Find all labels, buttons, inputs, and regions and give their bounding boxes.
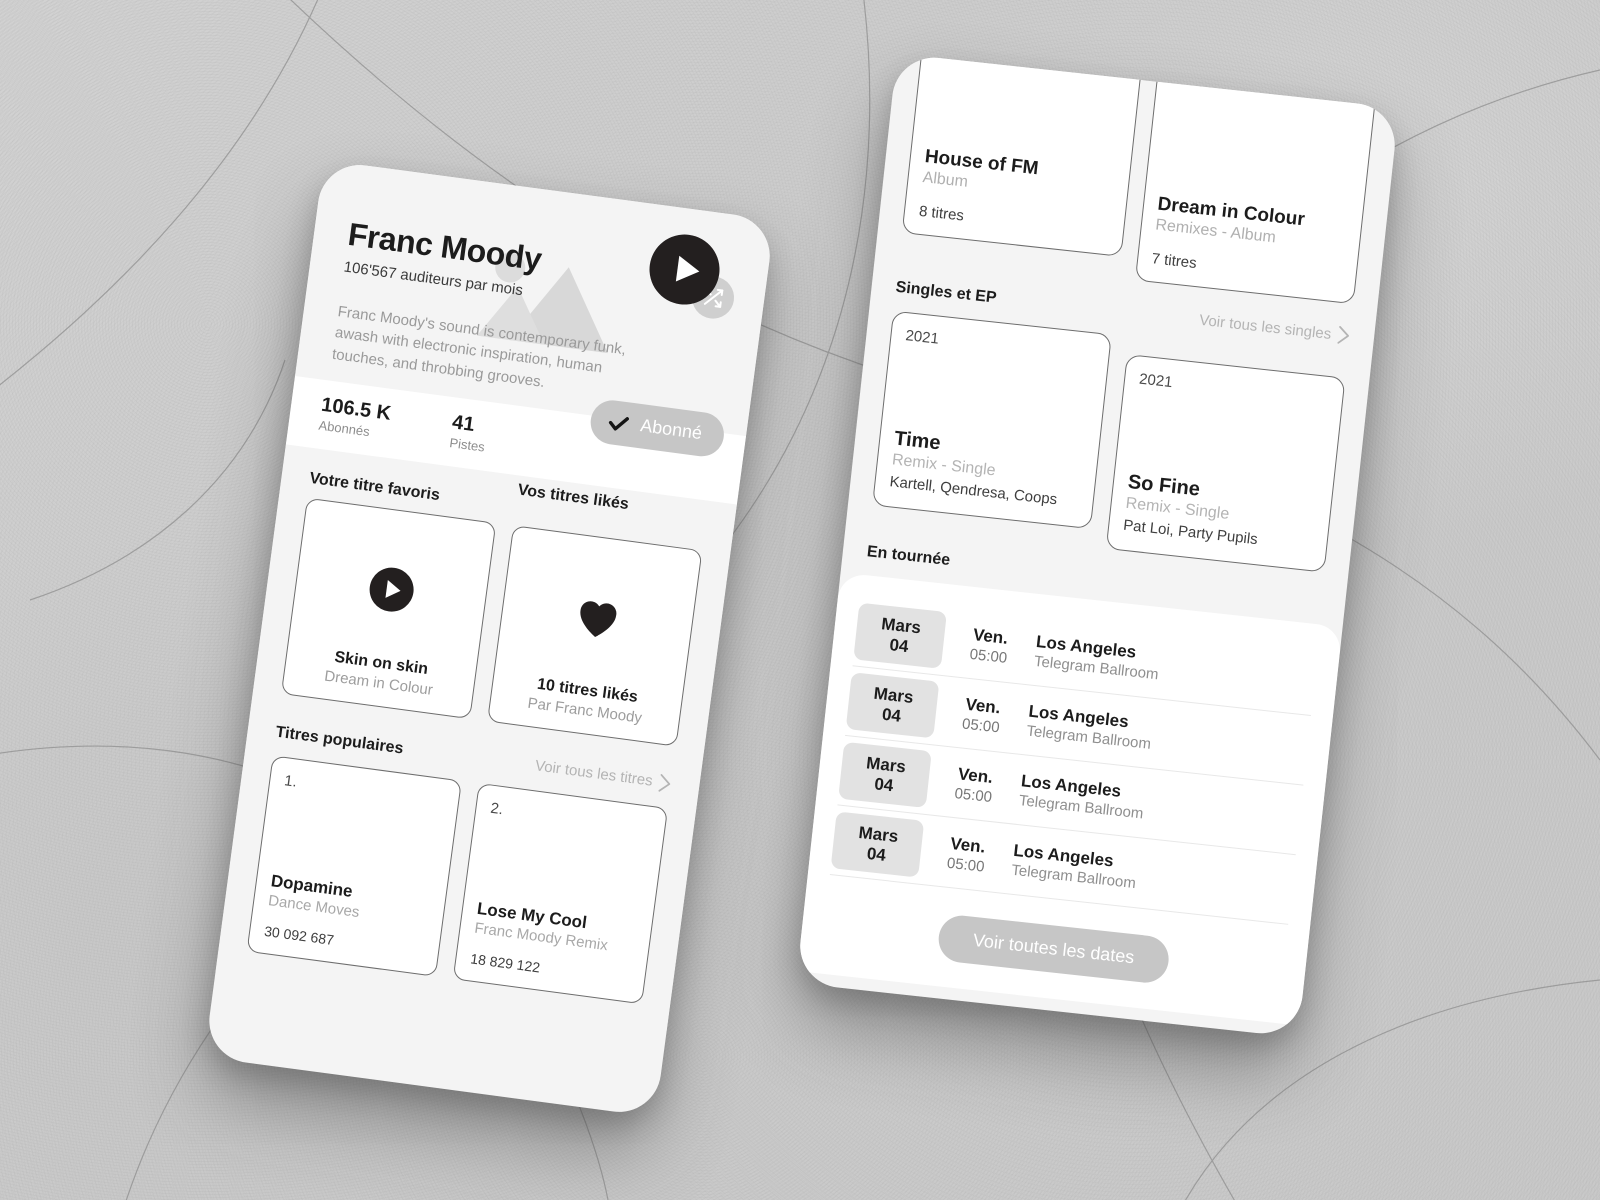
chevron-right-icon — [658, 773, 671, 792]
chevron-right-icon — [1337, 326, 1350, 344]
play-icon — [675, 255, 701, 285]
tour-place: Los Angeles Telegram Ballroom — [1018, 771, 1301, 839]
track-card[interactable]: 1. Dopamine Dance Moves 30 092 687 — [246, 755, 462, 977]
liked-card-icon-wrap — [509, 542, 686, 693]
album-track-count: 8 titres — [918, 202, 965, 225]
singles-section: Singles et EP Voir tous les singles 2021… — [842, 252, 1377, 613]
tour-date-badge: Mars 04 — [838, 741, 932, 809]
track-plays: 30 092 687 — [263, 922, 335, 948]
see-all-dates-button[interactable]: Voir toutes les dates — [936, 913, 1171, 986]
tour-when: Ven. 05:00 — [927, 761, 1023, 809]
favorite-card-icon-wrap — [303, 514, 480, 665]
singles-cards: 2021 Time Remix - Single Kartell, Qendre… — [870, 310, 1347, 573]
tour-place: Los Angeles Telegram Ballroom — [1011, 841, 1294, 909]
stat-tracks: 41 Pistes — [449, 411, 489, 454]
check-icon — [608, 416, 629, 431]
single-card[interactable]: 2021 So Fine Remix - Single Pat Loi, Par… — [1105, 354, 1346, 573]
favorite-track-card[interactable]: Skin on skin Dream in Colour — [280, 497, 497, 720]
tour-date-badge: Mars 04 — [845, 672, 940, 739]
tour-place: Los Angeles Telegram Ballroom — [1026, 701, 1309, 769]
tracks-label: Pistes — [448, 434, 486, 455]
heart-icon — [579, 601, 616, 638]
play-icon[interactable] — [366, 565, 416, 615]
tour-when: Ven. 05:00 — [934, 691, 1030, 739]
tour-date-badge: Mars 04 — [853, 602, 947, 669]
play-shuffle-controls — [643, 230, 750, 328]
album-track-count: 7 titres — [1150, 250, 1198, 272]
tracks-value: 41 — [450, 411, 476, 436]
single-card[interactable]: 2021 Time Remix - Single Kartell, Qendre… — [872, 310, 1112, 530]
stat-followers: 106.5 K Abonnés — [318, 394, 393, 442]
phone-right-discography: House of FM Album 8 titres Dream in Colo… — [795, 53, 1400, 1038]
track-card[interactable]: 2. Lose My Cool Franc Moody Remix 18 829… — [452, 782, 669, 1005]
tour-dates-panel: Mars 04 Ven. 05:00 Los Angeles Telegram … — [797, 572, 1343, 1026]
singles-section-title: Singles et EP — [894, 278, 998, 307]
track-plays: 18 829 122 — [469, 950, 542, 976]
popular-track-cards: 1. Dopamine Dance Moves 30 092 687 2. Lo… — [246, 755, 669, 1005]
tour-date-badge: Mars 04 — [830, 811, 925, 878]
liked-tracks-card[interactable]: 10 titres likés Par Franc Moody — [487, 525, 703, 747]
see-all-singles-label: Voir tous les singles — [1198, 311, 1333, 343]
album-card[interactable]: House of FM Album 8 titres — [901, 53, 1144, 257]
favorite-liked-cards: Skin on skin Dream in Colour 10 titres l… — [280, 497, 703, 747]
tour-when: Ven. 05:00 — [942, 622, 1038, 670]
follow-button-label: Abonné — [639, 415, 704, 444]
tour-place: Los Angeles Telegram Ballroom — [1033, 632, 1316, 700]
album-card[interactable]: Dream in Colour Remixes - Album 7 titres — [1134, 69, 1377, 305]
tour-when: Ven. 05:00 — [919, 831, 1015, 879]
see-all-singles-link[interactable]: Voir tous les singles — [1198, 310, 1351, 346]
